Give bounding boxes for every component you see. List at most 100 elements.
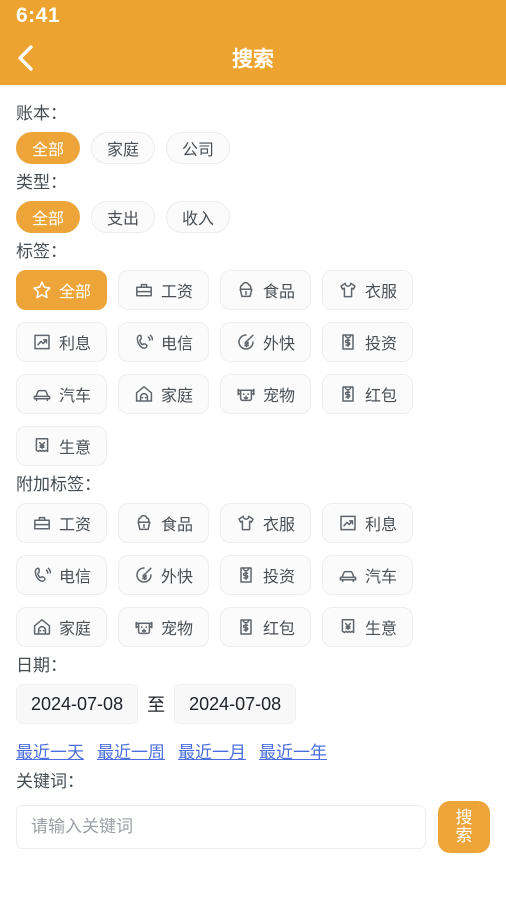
extra-tag-item-8[interactable]: 家庭 <box>16 607 108 648</box>
account-book-option-company[interactable]: 公司 <box>166 132 231 165</box>
tag-item-6[interactable]: 外快 <box>220 322 312 363</box>
clock-yuan-icon <box>238 334 254 351</box>
extra-tags-list: 工资 食品 衣服 利息 电信 外快 投资 汽车 家庭 宠物 红包 生意 <box>16 503 490 648</box>
date-quick-link-3[interactable]: 最近一年 <box>259 738 327 763</box>
account-book-options: 全部 家庭 公司 <box>16 132 490 165</box>
type-label: 类型： <box>16 173 67 193</box>
tag-item-7[interactable]: 投资 <box>322 322 414 363</box>
extra-tag-item-0[interactable]: 工资 <box>16 503 108 544</box>
extra-tag-item-7[interactable]: 汽车 <box>322 555 414 596</box>
search-button-label-1: 搜 <box>455 807 473 827</box>
car-icon <box>33 390 51 402</box>
date-quick-link-0[interactable]: 最近一天 <box>16 738 84 763</box>
extra-tags-label: 附加标签： <box>16 475 101 495</box>
money-envelope-icon <box>240 619 252 636</box>
back-button[interactable] <box>0 30 52 85</box>
tag-item-10[interactable]: 宠物 <box>220 374 312 415</box>
extra-tag-item-10[interactable]: 红包 <box>220 607 312 648</box>
account-book-option-all[interactable]: 全部 <box>16 132 81 165</box>
clock-yuan-icon <box>136 567 152 584</box>
status-time: 6:41 <box>16 3 61 27</box>
trend-up-icon <box>34 334 50 350</box>
receipt-yuan-icon <box>341 619 355 634</box>
extra-tags-section: 附加标签： 工资 食品 衣服 利息 电信 外快 投资 汽车 家庭 宠物 红包 生… <box>16 474 490 648</box>
date-quick-links: 最近一天 最近一周 最近一月 最近一年 <box>16 738 490 763</box>
money-envelope-icon <box>240 567 252 584</box>
tag-item-2-label: 食品 <box>263 284 296 302</box>
date-quick-link-1[interactable]: 最近一周 <box>97 738 165 763</box>
date-quick-link-2[interactable]: 最近一月 <box>178 738 246 763</box>
tag-item-9[interactable]: 家庭 <box>118 374 210 415</box>
search-screen: 6:41 搜索 账本： 全部 家庭 公司 类型： 全部 支出 收入 标签： 全部… <box>0 0 506 900</box>
date-separator: 至 <box>147 695 166 716</box>
extra-tag-item-3[interactable]: 利息 <box>322 503 414 544</box>
extra-tag-item-2[interactable]: 衣服 <box>220 503 312 544</box>
date-range: 2024-07-08 至 2024-07-08 <box>16 684 490 725</box>
account-book-label: 账本： <box>16 104 67 123</box>
date-start-input[interactable]: 2024-07-08 <box>16 684 139 725</box>
money-envelope-icon <box>342 334 354 351</box>
keyword-section: 关键词： 搜 索 <box>16 771 490 853</box>
date-label: 日期： <box>16 656 67 676</box>
keyword-row: 搜 索 <box>16 800 490 853</box>
extra-tag-item-5[interactable]: 外快 <box>118 555 210 596</box>
status-bar: 6:41 <box>0 0 506 30</box>
tag-item-10-label: 宠物 <box>263 388 296 406</box>
extra-tag-item-4[interactable]: 电信 <box>16 555 108 596</box>
type-option-all[interactable]: 全部 <box>16 201 81 234</box>
keyword-label: 关键词： <box>16 772 84 792</box>
house-icon <box>33 619 51 636</box>
type-option-expense[interactable]: 支出 <box>91 201 156 234</box>
cupcake-icon <box>239 282 253 298</box>
account-book-option-family[interactable]: 家庭 <box>91 132 156 165</box>
search-button[interactable]: 搜 索 <box>438 800 490 853</box>
cupcake-icon <box>137 515 151 531</box>
extra-tag-item-1[interactable]: 食品 <box>118 503 210 544</box>
tag-item-11-label: 红包 <box>365 388 398 406</box>
tag-item-4[interactable]: 利息 <box>16 322 108 363</box>
date-end-input[interactable]: 2024-07-08 <box>174 684 297 725</box>
page-title: 搜索 <box>232 47 274 71</box>
type-options: 全部 支出 收入 <box>16 201 490 234</box>
trend-up-icon <box>340 516 356 531</box>
tag-item-5-label: 电信 <box>161 336 194 354</box>
extra-tag-item-6[interactable]: 投资 <box>220 555 312 596</box>
tag-item-1[interactable]: 工资 <box>118 270 210 311</box>
extra-tag-item-9-label: 宠物 <box>161 621 194 639</box>
tag-item-0-label: 全部 <box>59 284 92 302</box>
extra-tag-item-5-label: 外快 <box>161 569 194 587</box>
account-book-section: 账本： 全部 家庭 公司 <box>16 103 490 165</box>
search-button-label-2: 索 <box>455 825 473 845</box>
extra-tag-item-9[interactable]: 宠物 <box>118 607 210 648</box>
tag-item-3[interactable]: 衣服 <box>322 270 414 311</box>
car-icon <box>339 571 357 583</box>
tag-item-5[interactable]: 电信 <box>118 322 210 363</box>
briefcase-icon <box>34 517 50 530</box>
receipt-yuan-icon <box>35 438 49 453</box>
tag-item-8[interactable]: 汽车 <box>16 374 108 415</box>
tag-item-8-label: 汽车 <box>59 388 92 406</box>
tag-item-2[interactable]: 食品 <box>220 270 312 311</box>
extra-tag-item-6-label: 投资 <box>263 569 296 587</box>
tag-item-11[interactable]: 红包 <box>322 374 414 415</box>
type-option-income[interactable]: 收入 <box>166 201 231 234</box>
extra-tag-item-1-label: 食品 <box>161 517 194 535</box>
star-icon <box>33 281 51 299</box>
extra-tag-item-11[interactable]: 生意 <box>322 607 414 648</box>
tag-item-9-label: 家庭 <box>161 388 194 406</box>
tshirt-icon <box>238 516 254 531</box>
search-form: 账本： 全部 家庭 公司 类型： 全部 支出 收入 标签： 全部 工资 食品 衣… <box>0 85 506 853</box>
chevron-left-icon <box>18 44 33 71</box>
extra-tag-item-2-label: 衣服 <box>263 517 296 535</box>
extra-tag-item-8-label: 家庭 <box>59 621 92 639</box>
tag-item-6-label: 外快 <box>263 336 296 354</box>
tag-item-12[interactable]: 生意 <box>16 426 108 467</box>
tags-section: 标签： 全部 工资 食品 衣服 利息 电信 外快 投资 汽车 家庭 宠物 红包 … <box>16 241 490 467</box>
extra-tag-item-0-label: 工资 <box>59 517 92 535</box>
dog-icon <box>135 622 153 635</box>
tag-item-4-label: 利息 <box>59 336 92 354</box>
keyword-input[interactable] <box>16 804 426 849</box>
extra-tag-item-3-label: 利息 <box>365 517 398 535</box>
tag-item-0[interactable]: 全部 <box>16 270 108 311</box>
dog-icon <box>237 388 255 402</box>
